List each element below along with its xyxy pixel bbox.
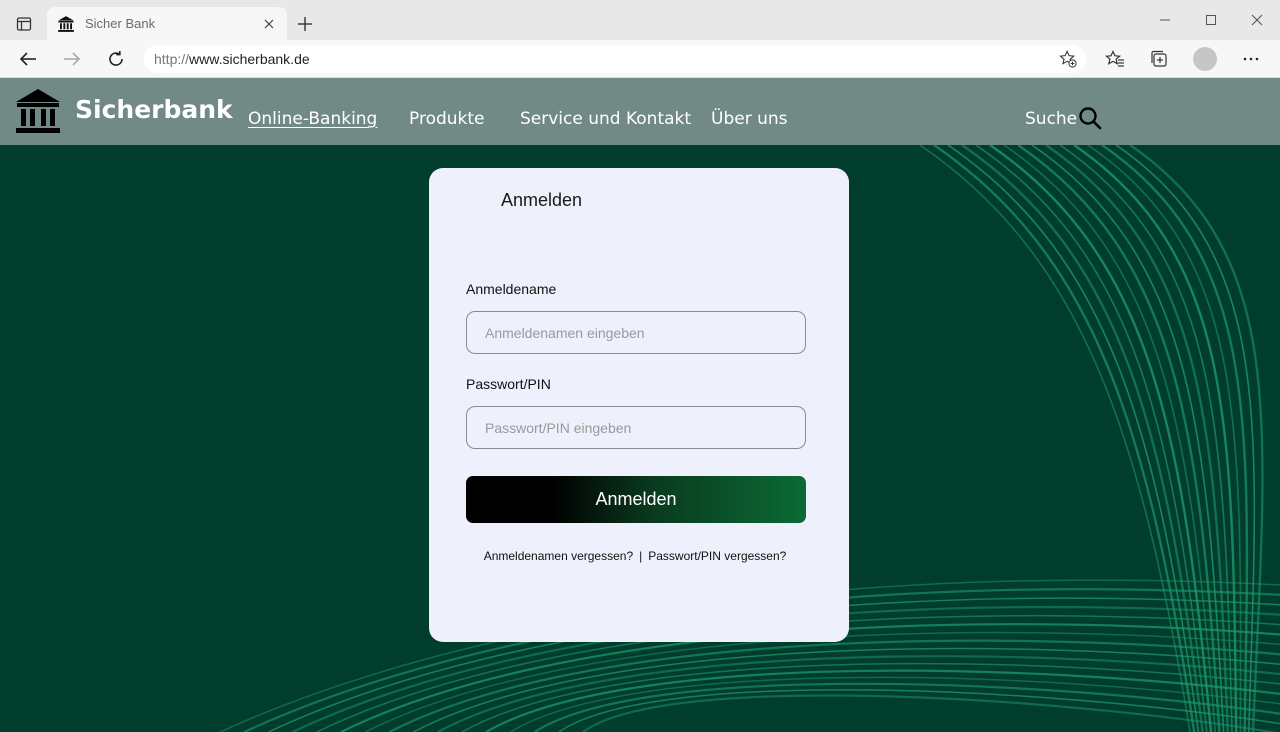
- address-field[interactable]: http://www.sicherbank.de: [144, 45, 1086, 73]
- website-viewport: Sicherbank Online-Banking Produkte Servi…: [0, 78, 1280, 732]
- login-card: Anmelden Anmeldename Passwort/PIN Anmeld…: [429, 168, 849, 642]
- nav-online-banking[interactable]: Online-Banking: [248, 109, 377, 129]
- site-header: Sicherbank Online-Banking Produkte Servi…: [0, 78, 1280, 145]
- back-arrow-icon[interactable]: [16, 48, 40, 70]
- wave-line: [975, 145, 1208, 732]
- browser-tab-strip: Sicher Bank: [0, 0, 1280, 40]
- login-title: Anmelden: [501, 190, 583, 210]
- wave-line: [510, 676, 1280, 732]
- forgot-username-link[interactable]: Anmeldenamen vergessen?: [484, 549, 633, 563]
- favorites-icon[interactable]: [1103, 48, 1127, 70]
- url-host: www.sicherbank.de: [189, 51, 310, 67]
- nav-service-und-kontakt[interactable]: Service und Kontakt: [520, 109, 691, 129]
- password-label: Passwort/PIN: [466, 376, 551, 392]
- profile-avatar[interactable]: [1193, 47, 1217, 71]
- login-submit-button[interactable]: Anmelden: [466, 476, 806, 523]
- forward-arrow-icon[interactable]: [60, 48, 84, 70]
- url-scheme: http://: [154, 51, 190, 67]
- nav-produkte[interactable]: Produkte: [409, 109, 485, 129]
- link-separator: |: [639, 549, 643, 563]
- refresh-icon[interactable]: [104, 48, 128, 70]
- plus-icon[interactable]: [294, 13, 316, 35]
- wave-line: [558, 689, 1280, 732]
- wave-line: [437, 655, 1280, 732]
- wave-line: [933, 145, 1196, 732]
- close-icon[interactable]: [261, 16, 277, 32]
- forgot-links: Anmeldenamen vergessen? | Passwort/PIN ver…: [429, 549, 841, 563]
- maximize-icon[interactable]: [1198, 10, 1224, 30]
- browser-toolbar: http://www.sicherbank.de: [0, 40, 1280, 78]
- bank-logo-icon[interactable]: [14, 87, 62, 135]
- minimize-icon[interactable]: [1152, 10, 1178, 30]
- tab-actions-icon[interactable]: [12, 12, 36, 36]
- search-label[interactable]: Suche: [1025, 109, 1077, 129]
- brand-name[interactable]: Sicherbank: [75, 95, 233, 124]
- add-favorite-icon[interactable]: [1058, 49, 1078, 69]
- username-label: Anmeldename: [466, 281, 557, 297]
- collections-icon[interactable]: [1147, 48, 1171, 70]
- nav-ueber-uns[interactable]: Über uns: [711, 109, 788, 129]
- forgot-password-link[interactable]: Passwort/PIN vergessen?: [648, 549, 786, 563]
- password-input[interactable]: [466, 406, 806, 449]
- tab-title: Sicher Bank: [85, 16, 156, 31]
- browser-tab[interactable]: Sicher Bank: [47, 7, 287, 40]
- username-input[interactable]: [466, 311, 806, 354]
- window-close-icon[interactable]: [1244, 10, 1270, 30]
- search-icon[interactable]: [1078, 106, 1102, 130]
- bank-icon: [57, 15, 75, 33]
- more-icon[interactable]: [1239, 48, 1263, 70]
